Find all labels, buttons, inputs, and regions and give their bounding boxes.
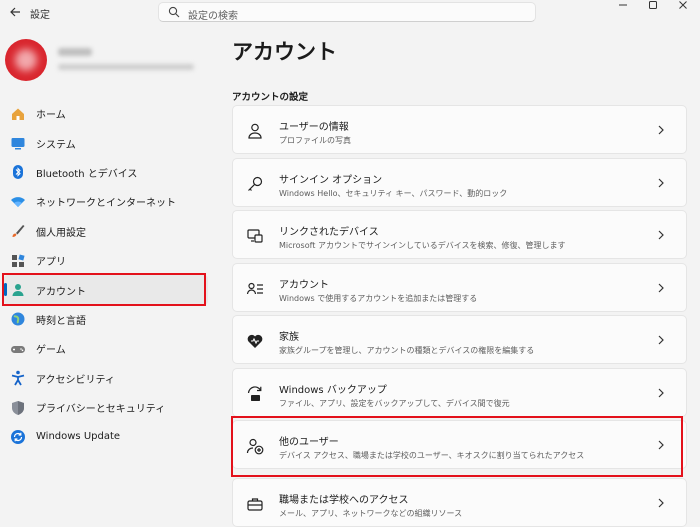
card-subtitle: メール、アプリ、ネットワークなどの組織リソース: [279, 508, 463, 518]
card-other-users[interactable]: 他のユーザー デバイス アクセス、職場または学校のユーザー、キオスクに割り当てら…: [232, 420, 687, 469]
minimize-button[interactable]: [606, 0, 640, 14]
linked-devices-icon: [247, 229, 263, 243]
chevron-right-icon: [658, 125, 664, 135]
sidebar-item-accessibility[interactable]: アクセシビリティ: [0, 364, 216, 393]
sidebar-item-windows-update[interactable]: Windows Update: [0, 422, 216, 451]
brush-icon: [12, 225, 25, 238]
chevron-right-icon: [658, 388, 664, 397]
search-input[interactable]: 設定の検索: [188, 7, 238, 22]
person-icon: [12, 284, 24, 297]
maximize-icon: [649, 1, 657, 9]
card-title: リンクされたデバイス: [279, 227, 379, 238]
add-user-icon: [246, 438, 264, 455]
shield-icon: [12, 400, 24, 415]
card-subtitle: Microsoft アカウントでサインインしているデバイスを検索、修復、管理しま…: [279, 241, 566, 250]
card-subtitle: Windows Hello、セキュリティ キー、パスワード、動的ロック: [279, 188, 508, 198]
card-linked-devices[interactable]: リンクされたデバイス Microsoft アカウントでサインインしているデバイス…: [232, 210, 687, 259]
chevron-right-icon: [658, 498, 664, 507]
sidebar-item-label: アカウント: [36, 286, 86, 298]
search-icon: [168, 6, 180, 18]
briefcase-icon: [247, 497, 263, 511]
card-title: サインイン オプション: [279, 174, 383, 186]
card-subtitle: デバイス アクセス、職場または学校のユーザー、キオスクに割り当てられたアクセス: [279, 451, 585, 460]
chevron-right-icon: [658, 230, 664, 240]
app-title: 設定: [30, 10, 50, 21]
sidebar-item-label: Bluetooth とデバイス: [36, 168, 138, 180]
sidebar-item-apps[interactable]: アプリ: [0, 246, 216, 275]
card-subtitle: ファイル、アプリ、設定をバックアップして、デバイス間で復元: [279, 398, 510, 408]
minimize-icon: [619, 4, 627, 6]
gamepad-icon: [11, 345, 25, 353]
update-icon: [11, 429, 25, 444]
sidebar-item-label: アクセシビリティ: [36, 374, 115, 386]
sidebar-item-label: システム: [36, 139, 76, 151]
accounts-list-icon: [246, 282, 263, 294]
card-title: ユーザーの情報: [279, 122, 349, 133]
profile-name-blurred: [58, 48, 92, 56]
sidebar-item-label: アプリ: [36, 257, 66, 269]
wifi-icon: [11, 197, 25, 207]
sidebar-item-label: 時刻と言語: [36, 315, 86, 327]
sidebar-item-network[interactable]: ネットワークとインターネット: [0, 187, 216, 216]
key-icon: [248, 176, 263, 191]
card-title: 他のユーザー: [279, 437, 339, 448]
card-sign-in-options[interactable]: サインイン オプション Windows Hello、セキュリティ キー、パスワー…: [232, 157, 687, 207]
sidebar-nav: ホーム システム Bluetooth とデバイス ネットワークとインターネット …: [0, 99, 216, 452]
apps-icon: [12, 254, 25, 267]
sidebar-item-home[interactable]: ホーム: [0, 99, 216, 128]
sidebar-item-label: Windows Update: [36, 431, 121, 443]
card-windows-backup[interactable]: Windows バックアップ ファイル、アプリ、設定をバックアップして、デバイス…: [232, 367, 687, 417]
sidebar-item-privacy[interactable]: プライバシーとセキュリティ: [0, 393, 216, 422]
title-bar: 設定 設定の検索: [0, 0, 700, 26]
sidebar-item-personalization[interactable]: 個人用設定: [0, 217, 216, 246]
sidebar-item-gaming[interactable]: ゲーム: [0, 334, 216, 363]
card-family[interactable]: 家族 家族グループを管理し、アカウントの種類とデバイスの権限を編集する: [232, 315, 687, 364]
card-title: 職場または学校へのアクセス: [279, 494, 409, 506]
section-title: アカウントの設定: [232, 92, 309, 103]
card-your-info[interactable]: ユーザーの情報 プロファイルの写真: [232, 105, 687, 154]
sidebar-item-bluetooth[interactable]: Bluetooth とデバイス: [0, 158, 216, 187]
profile-email-blurred: [58, 64, 194, 70]
sidebar-item-label: ホーム: [36, 110, 66, 122]
chevron-right-icon: [658, 178, 664, 187]
card-title: アカウント: [279, 279, 329, 291]
sidebar-item-system[interactable]: システム: [0, 128, 216, 157]
card-subtitle: 家族グループを管理し、アカウントの種類とデバイスの権限を編集する: [279, 346, 535, 355]
backup-icon: [247, 385, 262, 401]
close-button[interactable]: [666, 0, 700, 14]
card-accounts[interactable]: アカウント Windows で使用するアカウントを追加または管理する: [232, 262, 687, 312]
user-info-icon: [248, 123, 262, 139]
avatar[interactable]: [5, 39, 47, 81]
monitor-icon: [11, 138, 25, 150]
bluetooth-icon: [13, 165, 23, 180]
sidebar-item-time-language[interactable]: 時刻と言語: [0, 305, 216, 334]
accessibility-icon: [11, 370, 25, 386]
chevron-right-icon: [658, 335, 664, 345]
search-box[interactable]: 設定の検索: [158, 2, 536, 22]
card-title: Windows バックアップ: [279, 384, 387, 396]
sidebar-item-label: ゲーム: [36, 345, 66, 357]
close-icon: [679, 1, 687, 9]
maximize-button[interactable]: [636, 0, 670, 14]
card-access-work-school[interactable]: 職場または学校へのアクセス メール、アプリ、ネットワークなどの組織リソース: [232, 477, 687, 527]
chevron-right-icon: [658, 440, 664, 450]
page-title: アカウント: [232, 40, 337, 64]
back-button[interactable]: [6, 3, 24, 21]
arrow-left-icon: [10, 7, 20, 17]
sidebar-item-accounts[interactable]: アカウント: [4, 275, 208, 305]
globe-icon: [11, 312, 25, 326]
card-subtitle: プロファイルの写真: [279, 136, 351, 145]
chevron-right-icon: [658, 283, 664, 292]
card-title: 家族: [279, 332, 299, 343]
sidebar-item-label: 個人用設定: [36, 227, 86, 239]
card-subtitle: Windows で使用するアカウントを追加または管理する: [279, 293, 478, 303]
family-heart-icon: [247, 334, 263, 348]
home-icon: [12, 108, 24, 120]
sidebar-item-label: ネットワークとインターネット: [36, 198, 176, 210]
sidebar-item-label: プライバシーとセキュリティ: [36, 404, 166, 416]
